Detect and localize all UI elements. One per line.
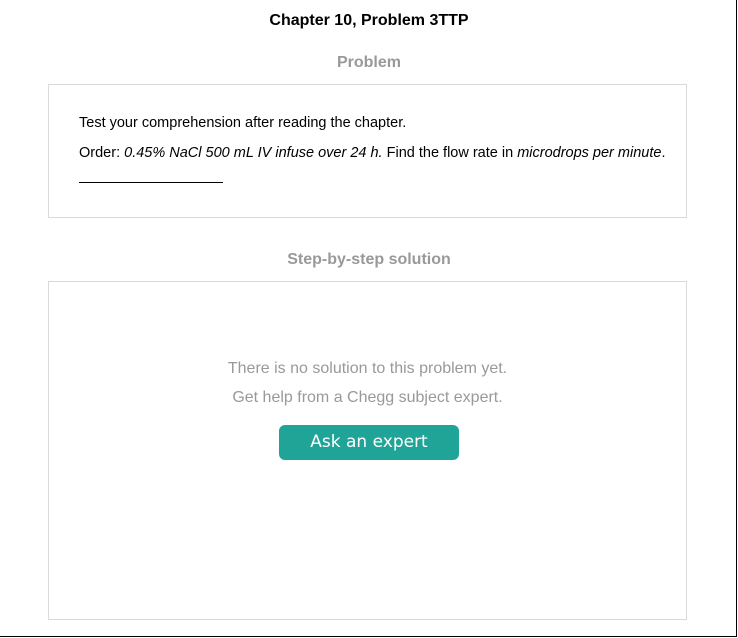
- ask-an-expert-button[interactable]: Ask an expert: [279, 425, 459, 460]
- page-title: Chapter 10, Problem 3TTP: [269, 12, 469, 29]
- problem-order: Order: 0.45% NaCl 500 mL IV infuse over …: [79, 145, 665, 161]
- problem-box: Test your comprehension after reading th…: [48, 84, 687, 218]
- order-question: Find the flow rate in: [382, 145, 518, 161]
- order-units: microdrops per minute: [517, 145, 662, 161]
- no-solution-message: There is no solution to this problem yet…: [227, 360, 508, 377]
- solution-box: There is no solution to this problem yet…: [48, 281, 687, 620]
- order-end: .: [661, 145, 666, 161]
- problem-intro: Test your comprehension after reading th…: [79, 115, 407, 131]
- problem-heading: Problem: [336, 54, 401, 71]
- order-prefix: Order:: [79, 145, 125, 161]
- solution-heading: Step-by-step solution: [287, 251, 451, 268]
- order-medication: 0.45% NaCl 500 mL IV infuse over 24 h.: [124, 145, 383, 161]
- expert-help-message: Get help from a Chegg subject expert.: [232, 389, 503, 406]
- answer-blank-line: [79, 182, 223, 183]
